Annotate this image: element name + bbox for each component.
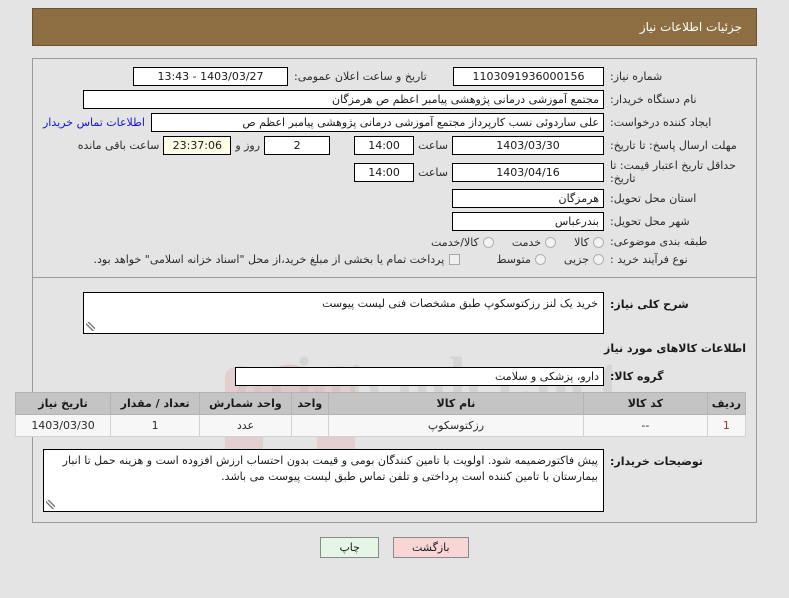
public-announce-field[interactable]: 1403/03/27 - 13:43 [133,67,288,86]
remaining-countdown-field[interactable]: 23:37:06 [163,136,232,155]
radio-label: کالا/خدمت [431,235,479,249]
col-name: نام کالا [327,391,585,415]
cell-count-unit: عدد [199,413,292,437]
radio-purchase-medium[interactable]: متوسط [496,253,546,266]
row-purchase-type: نوع فرآیند خرید : جزیی متوسط پرداخت تمام… [43,253,746,267]
goods-table: ردیف کد کالا نام کالا واحد واحد شمارش تع… [14,391,747,437]
label-description: شرح کلی نیاز: [610,297,689,311]
label-buyer-notes: توضیحات خریدار: [610,454,703,468]
col-code: کد کالا [583,391,708,415]
label-days-separator: روز و [235,139,261,152]
table-header-row: ردیف کد کالا نام کالا واحد واحد شمارش تع… [14,391,747,415]
label-hour-2: ساعت [418,165,448,179]
label-requester: ایجاد کننده درخواست: [610,115,712,129]
goods-section: شرح کلی نیاز: خرید یک لنز رزکتوسکوپ طبق … [14,278,756,522]
buyer-contact-link[interactable]: اطلاعات تماس خریدار [43,116,145,129]
label-subject-class: طبقه بندی موضوعی: [610,235,708,249]
description-textarea[interactable]: خرید یک لنز رزکتوسکوپ طبق مشخصات فنی لیس… [83,291,604,334]
col-quantity: تعداد / مقدار [110,391,201,415]
row-requester: ایجاد کننده درخواست: علی ساردوئی نسب کار… [43,113,746,132]
back-button[interactable]: بازگشت [392,536,469,558]
row-province: استان محل تحویل: هرمزگان [43,189,746,209]
cell-code: -- [583,413,708,437]
label-province: استان محل تحویل: [610,192,697,205]
radio-label: کالا [574,235,589,249]
cell-row-no: 1 [706,413,747,437]
goods-subtitle: اطلاعات کالاهای مورد نیاز [604,341,746,355]
province-field[interactable]: هرمزگان [452,189,604,209]
label-goods-group: گروه کالا: [610,369,664,383]
remaining-days-field[interactable]: 2 [264,136,331,155]
col-need-date: تاریخ نیاز [14,391,112,415]
label-buyer-org: نام دستگاه خریدار: [610,92,697,106]
label-city: شهر محل تحویل: [610,215,690,228]
radio-label: جزیی [563,253,589,267]
treasury-bond-label: پرداخت تمام یا بخشی از مبلغ خرید،از محل … [93,253,445,267]
row-goods-group: گروه کالا: دارو، پزشکی و سلامت [43,366,746,386]
footer-button-bar: بازگشت چاپ [0,536,789,558]
row-subject-class: طبقه بندی موضوعی: کالا خدمت کالا/خدمت [43,235,746,249]
label-reply-deadline: مهلت ارسال پاسخ: تا تاریخ: [610,138,737,152]
row-reply-deadline: مهلت ارسال پاسخ: تا تاریخ: 1403/03/30 سا… [43,136,746,155]
radio-dot-icon[interactable] [534,254,546,266]
label-purchase-type: نوع فرآیند خرید : [610,253,688,267]
page-header: جزئیات اطلاعات نیاز [32,8,757,46]
col-count-unit: واحد شمارش [199,391,292,415]
goods-group-field[interactable]: دارو، پزشکی و سلامت [235,366,604,386]
radio-purchase-minor[interactable]: جزیی [564,253,604,266]
section-divider-2 [33,521,756,523]
radio-label: متوسط [496,253,531,267]
label-price-validity: حداقل تاریخ اعتبار قیمت: تا تاریخ: [610,159,736,186]
radio-subject-goods-service[interactable]: کالا/خدمت [431,236,494,249]
radio-subject-goods[interactable]: کالا [574,236,604,249]
col-row-no: ردیف [706,391,747,415]
price-validity-time-field[interactable]: 14:00 [354,162,415,182]
table-row: 1 -- رزکتوسکوپ عدد 1 1403/03/30 [14,413,747,437]
row-buyer-org: نام دستگاه خریدار: مجتمع آموزشی درمانی پ… [43,90,746,109]
requester-field[interactable]: علی ساردوئی نسب کارپرداز مجتمع آموزشی در… [150,113,604,132]
cell-unit [290,413,329,437]
top-section: شماره نیاز: 1103091936000156 تاریخ و ساع… [33,59,756,277]
price-validity-date-field[interactable]: 1403/04/16 [452,162,604,182]
city-field[interactable]: بندرعباس [452,212,604,232]
radio-label: خدمت [511,235,542,249]
need-number-field[interactable]: 1103091936000156 [453,67,604,86]
label-public-announce: تاریخ و ساعت اعلان عمومی: [294,69,427,83]
reply-deadline-time-field[interactable]: 14:00 [354,136,415,155]
radio-subject-service[interactable]: خدمت [511,235,557,249]
row-price-validity: حداقل تاریخ اعتبار قیمت: تا تاریخ: 1403/… [43,159,746,185]
buyer-notes-textarea[interactable]: پیش فاکتورضمیمه شود. اولویت با تامین کنن… [43,448,604,512]
row-buyer-notes: توضیحات خریدار: پیش فاکتورضمیمه شود. اول… [43,448,746,512]
label-hour-1: ساعت [418,139,448,152]
radio-dot-icon[interactable] [545,236,557,248]
radio-dot-icon[interactable] [593,236,604,248]
cell-name: رزکتوسکوپ [327,413,585,437]
reply-deadline-date-field[interactable]: 1403/03/30 [452,136,604,155]
col-unit: واحد [290,391,329,415]
print-button[interactable]: چاپ [320,536,379,558]
buyer-org-field[interactable]: مجتمع آموزشی درمانی پژوهشی پیامبر اعظم ص… [83,90,604,109]
main-frame: ariatender.net شماره نیاز: 1103091936000… [14,58,757,523]
cell-need-date: 1403/03/30 [14,413,112,437]
goods-table-wrap: ردیف کد کالا نام کالا واحد واحد شمارش تع… [14,390,747,443]
row-city: شهر محل تحویل: بندرعباس [43,212,746,232]
label-remaining-suffix: ساعت باقی مانده [77,139,160,152]
purchase-type-radio-group: جزیی متوسط پرداخت تمام یا بخشی از مبلغ خ… [94,253,604,266]
subject-class-radio-group: کالا خدمت کالا/خدمت [417,236,604,249]
page-title: جزئیات اطلاعات نیاز [639,20,742,34]
row-description: شرح کلی نیاز: خرید یک لنز رزکتوسکوپ طبق … [43,291,746,334]
radio-dot-icon[interactable] [482,236,494,248]
label-need-number: شماره نیاز: [610,69,663,83]
radio-dot-icon[interactable] [593,254,604,266]
row-need-number: شماره نیاز: 1103091936000156 تاریخ و ساع… [43,67,746,86]
cell-quantity: 1 [110,413,201,437]
checkbox-icon[interactable] [449,254,461,266]
treasury-bond-checkbox[interactable]: پرداخت تمام یا بخشی از مبلغ خرید،از محل … [94,253,461,266]
